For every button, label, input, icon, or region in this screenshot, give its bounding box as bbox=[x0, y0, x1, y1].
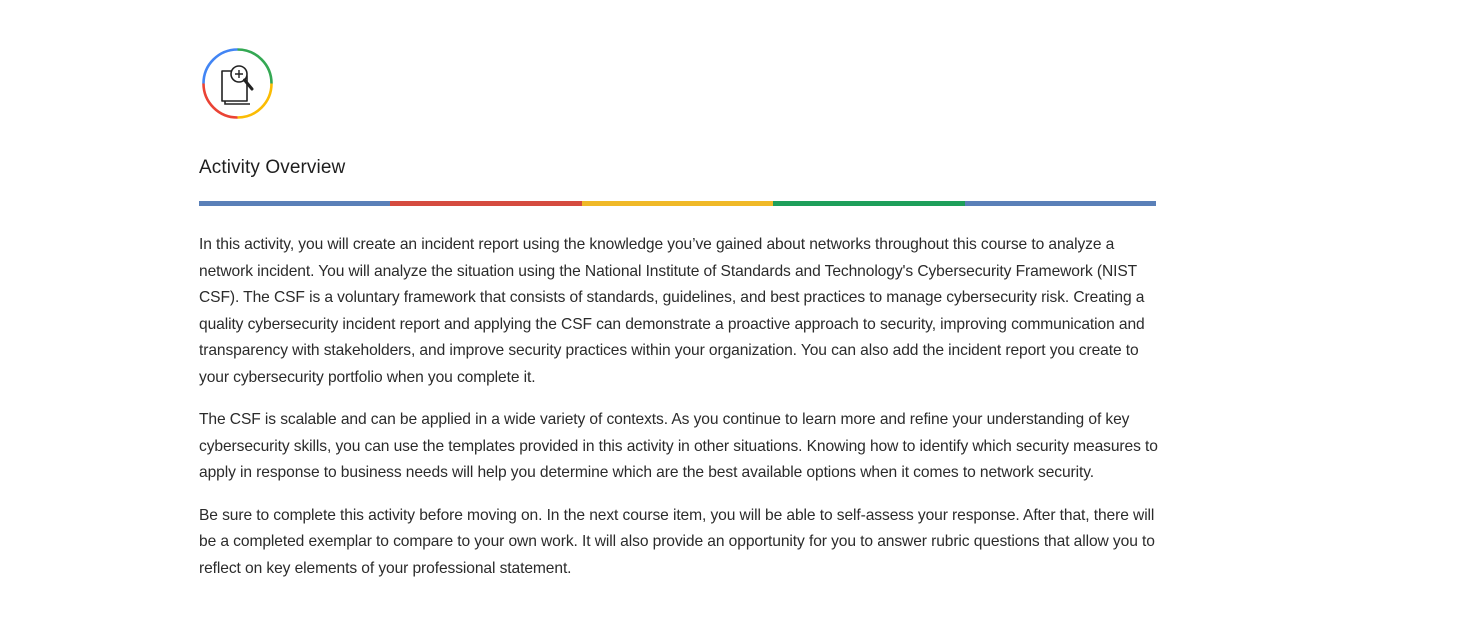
divider-segment-yellow bbox=[581, 201, 774, 206]
divider-segment-blue-end bbox=[964, 201, 1157, 206]
overview-body: In this activity, you will create an inc… bbox=[199, 232, 1159, 598]
overview-paragraph: The CSF is scalable and can be applied i… bbox=[199, 411, 1158, 481]
divider-segment-blue bbox=[199, 201, 391, 206]
divider-segment-red bbox=[390, 201, 582, 206]
overview-paragraph: Be sure to complete this activity before… bbox=[199, 506, 1155, 577]
document-magnifier-icon bbox=[201, 47, 274, 120]
color-divider bbox=[199, 201, 1157, 206]
page-title: Activity Overview bbox=[199, 157, 346, 178]
divider-segment-green bbox=[773, 201, 965, 206]
overview-paragraph: In this activity, you will create an inc… bbox=[199, 236, 1145, 386]
